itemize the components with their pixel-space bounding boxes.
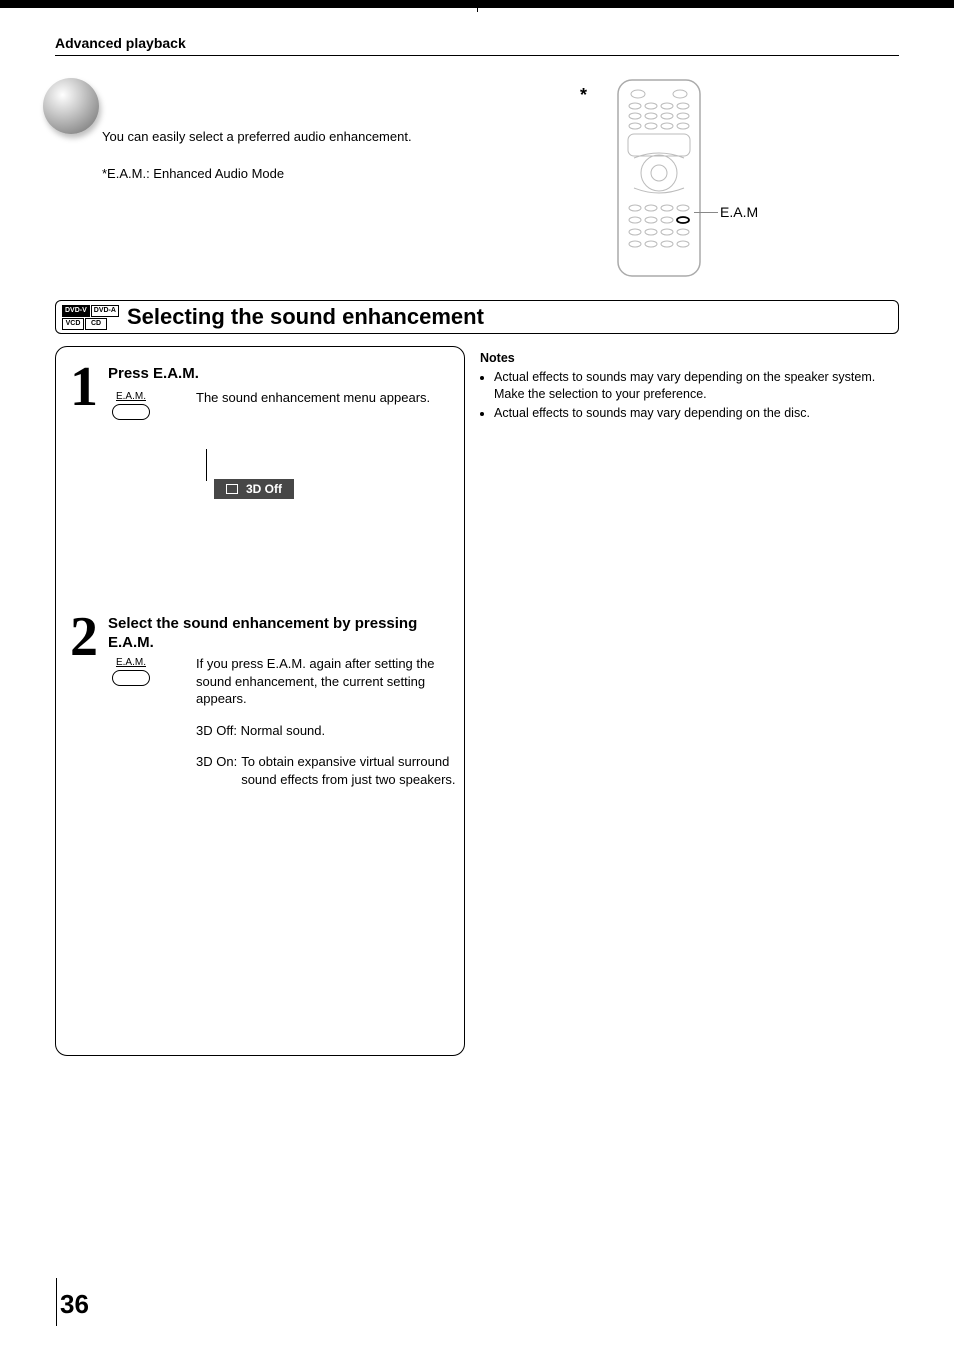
def-3d-on-text: To obtain expansive virtual surround sou…	[241, 753, 456, 788]
key-shape-icon	[112, 404, 150, 420]
note-item: Actual effects to sounds may vary depend…	[494, 405, 900, 422]
osd-square-icon	[226, 484, 238, 494]
badge-dvd-a: DVD-A	[91, 305, 119, 317]
def-3d-on-label: 3D On:	[196, 753, 237, 788]
asterisk: *	[580, 85, 587, 106]
page: Advanced playback You can easily select …	[0, 0, 954, 1348]
callout-stem	[206, 449, 207, 481]
intro-line-1: You can easily select a preferred audio …	[102, 128, 532, 146]
def-3d-off-text: Normal sound.	[241, 723, 326, 738]
section-title: Advanced playback	[55, 35, 186, 51]
osd-display: 3D Off	[214, 479, 294, 499]
def-3d-off-label: 3D Off:	[196, 723, 237, 738]
callout-line	[694, 212, 718, 213]
badge-dvd-v: DVD-V	[62, 305, 90, 317]
step-2-desc: If you press E.A.M. again after setting …	[196, 655, 456, 708]
section-underline	[55, 55, 899, 56]
heading-text: Selecting the sound enhancement	[127, 304, 484, 330]
intro-line-2: *E.A.M.: Enhanced Audio Mode	[102, 166, 284, 181]
step-2-number: 2	[66, 615, 102, 660]
sphere-bullet-icon	[43, 78, 99, 134]
step-1-body: The sound enhancement menu appears.	[196, 389, 456, 407]
disc-badges: DVD-V DVD-A VCD CD	[62, 305, 119, 330]
crop-mark	[477, 0, 478, 12]
notes-list: Actual effects to sounds may vary depend…	[480, 369, 900, 422]
step-2-heading: Select the sound enhancement by pressing…	[108, 615, 448, 653]
page-number-rule	[56, 1278, 57, 1326]
osd-text: 3D Off	[246, 482, 282, 496]
page-number: 36	[60, 1289, 89, 1320]
badge-cd: CD	[85, 318, 107, 330]
def-3d-off: 3D Off: Normal sound.	[196, 722, 456, 740]
eam-key-icon: E.A.M.	[108, 657, 154, 686]
remote-eam-label: E.A.M	[720, 204, 758, 220]
def-3d-on: 3D On: To obtain expansive virtual surro…	[196, 753, 456, 788]
step-1-number: 1	[66, 365, 102, 410]
remote-control-icon	[616, 78, 702, 278]
step-1-heading: Press E.A.M.	[108, 365, 448, 384]
eam-key-label: E.A.M.	[108, 391, 154, 402]
eam-key-icon: E.A.M.	[108, 391, 154, 420]
heading-box: DVD-V DVD-A VCD CD Selecting the sound e…	[55, 300, 899, 334]
notes-title: Notes	[480, 350, 900, 367]
notes: Notes Actual effects to sounds may vary …	[480, 350, 900, 424]
steps-panel: 1 Press E.A.M. E.A.M. The sound enhancem…	[55, 346, 465, 1056]
key-shape-icon	[112, 670, 150, 686]
eam-key-label: E.A.M.	[108, 657, 154, 668]
step-2-body: If you press E.A.M. again after setting …	[196, 655, 456, 802]
step-1: 1 Press E.A.M. E.A.M. The sound enhancem…	[66, 359, 454, 599]
note-item: Actual effects to sounds may vary depend…	[494, 369, 900, 403]
badge-vcd: VCD	[62, 318, 84, 330]
osd-callout: 3D Off	[186, 449, 356, 519]
